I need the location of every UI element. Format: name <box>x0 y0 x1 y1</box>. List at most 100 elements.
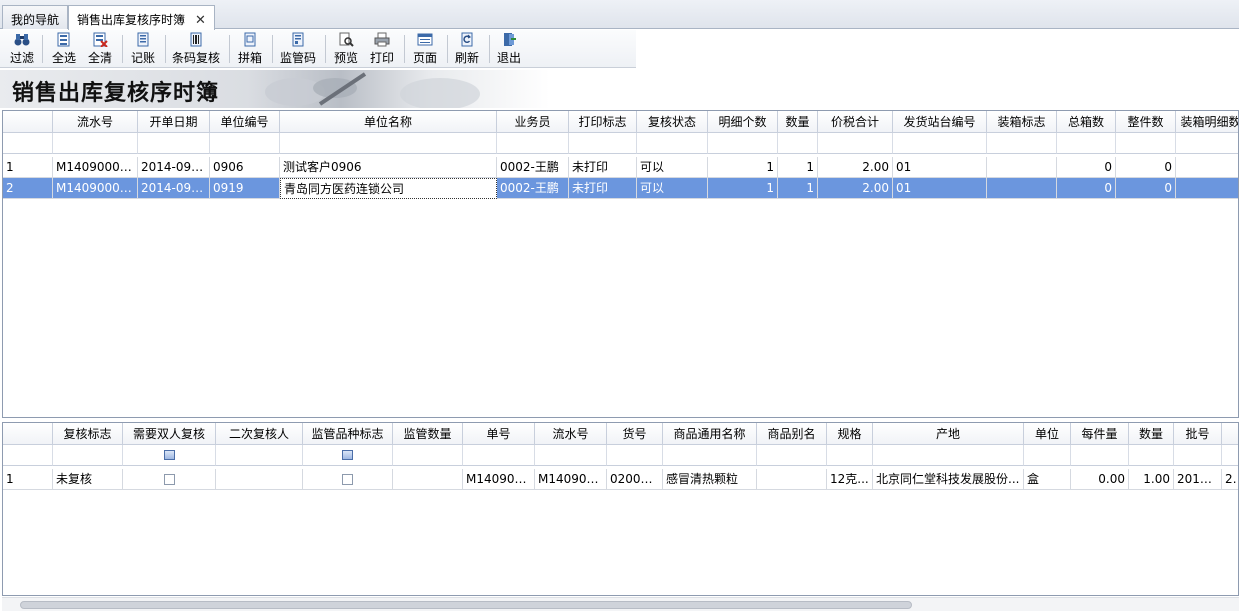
table-cell[interactable] <box>123 469 216 490</box>
tab-my-navigation[interactable]: 我的导航 <box>2 5 69 29</box>
filter-cell[interactable] <box>778 133 818 154</box>
column-header[interactable]: 货号 <box>607 423 663 445</box>
filter-cell[interactable] <box>1057 133 1116 154</box>
filter-cell[interactable] <box>569 133 637 154</box>
filter-cell[interactable] <box>138 133 210 154</box>
filter-cell[interactable] <box>818 133 893 154</box>
column-header[interactable]: 总箱数 <box>1057 111 1116 133</box>
table-cell[interactable] <box>1176 157 1238 178</box>
barcode-review-button[interactable]: 条码复核 <box>170 31 222 67</box>
filter-cell[interactable] <box>1129 445 1174 466</box>
table-cell[interactable]: 0 <box>1057 178 1116 199</box>
column-header[interactable]: 开单日期 <box>138 111 210 133</box>
column-header[interactable]: 商品通用名称 <box>663 423 757 445</box>
tab-sales-outbound-review[interactable]: 销售出库复核序时簿 ✕ <box>68 5 215 30</box>
table-cell[interactable]: 2.00 <box>818 157 893 178</box>
table-cell[interactable] <box>987 178 1057 199</box>
exit-button[interactable]: 退出 <box>493 31 525 67</box>
column-header[interactable]: 监管数量 <box>393 423 463 445</box>
table-cell[interactable]: 0.00 <box>1071 469 1129 490</box>
filter-cell[interactable] <box>663 445 757 466</box>
filter-cell[interactable] <box>303 445 393 466</box>
table-cell[interactable] <box>393 469 463 490</box>
filter-cell[interactable] <box>53 445 123 466</box>
horizontal-scrollbar[interactable] <box>2 597 1239 611</box>
column-header[interactable]: 复核标志 <box>53 423 123 445</box>
close-icon[interactable]: ✕ <box>195 13 206 28</box>
page-setup-button[interactable]: 页面 <box>409 31 441 67</box>
row-checkbox[interactable] <box>163 474 175 485</box>
table-cell[interactable]: 盒 <box>1024 469 1071 490</box>
table-cell[interactable] <box>216 469 303 490</box>
supervision-code-button[interactable]: 监管码 <box>277 31 319 67</box>
table-cell[interactable]: 1 <box>708 157 778 178</box>
table-cell[interactable]: 0002-王鹏 <box>497 157 569 178</box>
filter-cell[interactable] <box>873 445 1024 466</box>
table-cell[interactable]: 0200056 <box>607 469 663 490</box>
filter-cell[interactable] <box>1116 133 1176 154</box>
column-header[interactable]: 明细个数 <box>708 111 778 133</box>
filter-cell[interactable] <box>1071 445 1129 466</box>
table-cell[interactable] <box>757 469 827 490</box>
filter-checkbox[interactable] <box>342 449 353 460</box>
select-all-button[interactable]: 全选 <box>48 31 80 67</box>
table-cell[interactable]: 青岛同方医药连锁公司 <box>280 178 497 199</box>
filter-cell[interactable] <box>987 133 1057 154</box>
table-cell[interactable]: 0 <box>1116 157 1176 178</box>
column-header[interactable]: 发货站台编号 <box>893 111 987 133</box>
filter-cell[interactable] <box>607 445 663 466</box>
table-cell[interactable]: M1409000094 <box>53 157 138 178</box>
column-header[interactable]: 需要双人复核 <box>123 423 216 445</box>
clear-all-button[interactable]: 全清 <box>84 31 116 67</box>
column-header[interactable]: 单位编号 <box>210 111 280 133</box>
scrollbar-thumb[interactable] <box>20 601 912 609</box>
table-cell[interactable]: 2014-09-16 <box>138 157 210 178</box>
column-header[interactable]: 流水号 <box>535 423 607 445</box>
table-cell[interactable]: 0919 <box>210 178 280 199</box>
table-cell[interactable]: 2014-09-20 <box>138 178 210 199</box>
filter-cell[interactable] <box>216 445 303 466</box>
filter-cell[interactable] <box>637 133 708 154</box>
table-cell[interactable]: 0 <box>1116 178 1176 199</box>
preview-button[interactable]: 预览 <box>330 31 362 67</box>
table-cell[interactable]: 北京同仁堂科技发展股份... <box>873 469 1024 490</box>
column-header[interactable]: 单号 <box>463 423 535 445</box>
table-cell[interactable]: 2.00 <box>818 178 893 199</box>
filter-cell[interactable] <box>123 445 216 466</box>
table-cell[interactable]: M1409000104 <box>53 178 138 199</box>
print-button[interactable]: 打印 <box>366 31 398 67</box>
filter-cell[interactable] <box>393 445 463 466</box>
column-header[interactable]: 整件数 <box>1116 111 1176 133</box>
table-cell[interactable]: 未打印 <box>569 157 637 178</box>
column-header[interactable]: 复核状态 <box>637 111 708 133</box>
post-ledger-button[interactable]: 记账 <box>127 31 159 67</box>
combine-box-button[interactable]: 拼箱 <box>234 31 266 67</box>
table-cell[interactable]: 1.00 <box>1129 469 1174 490</box>
table-cell[interactable]: 1 <box>778 157 818 178</box>
column-header[interactable]: 单位名称 <box>280 111 497 133</box>
filter-cell[interactable] <box>53 133 138 154</box>
table-cell[interactable]: 01 <box>893 178 987 199</box>
table-cell[interactable]: 01 <box>893 157 987 178</box>
detail-grid[interactable]: 复核标志 需要双人复核 二次复核人 监管品种标志 监管数量 单号 流水号 货号 商品通用名称 商品… <box>2 422 1239 596</box>
table-cell[interactable]: M140900... <box>463 469 535 490</box>
table-cell[interactable]: 未打印 <box>569 178 637 199</box>
table-cell[interactable]: 可以 <box>637 178 708 199</box>
filter-button[interactable]: 过滤 <box>6 31 38 67</box>
filter-cell[interactable] <box>893 133 987 154</box>
filter-cell[interactable] <box>535 445 607 466</box>
filter-cell[interactable] <box>1024 445 1071 466</box>
table-cell[interactable]: 未复核 <box>53 469 123 490</box>
table-cell[interactable]: 感冒清热颗粒 <box>663 469 757 490</box>
table-cell[interactable] <box>1176 178 1238 199</box>
column-header[interactable] <box>1222 423 1238 445</box>
filter-cell[interactable] <box>708 133 778 154</box>
table-cell[interactable]: 0906 <box>210 157 280 178</box>
table-cell[interactable]: 可以 <box>637 157 708 178</box>
filter-cell[interactable] <box>3 133 53 154</box>
table-cell[interactable]: 1 <box>708 178 778 199</box>
column-header[interactable]: 打印标志 <box>569 111 637 133</box>
outbound-list-grid[interactable]: 流水号 开单日期 单位编号 单位名称 业务员 打印标志 复核状态 明细个数 数量 价税合计 发货站台… <box>2 110 1239 418</box>
column-header[interactable]: 价税合计 <box>818 111 893 133</box>
column-header[interactable]: 业务员 <box>497 111 569 133</box>
